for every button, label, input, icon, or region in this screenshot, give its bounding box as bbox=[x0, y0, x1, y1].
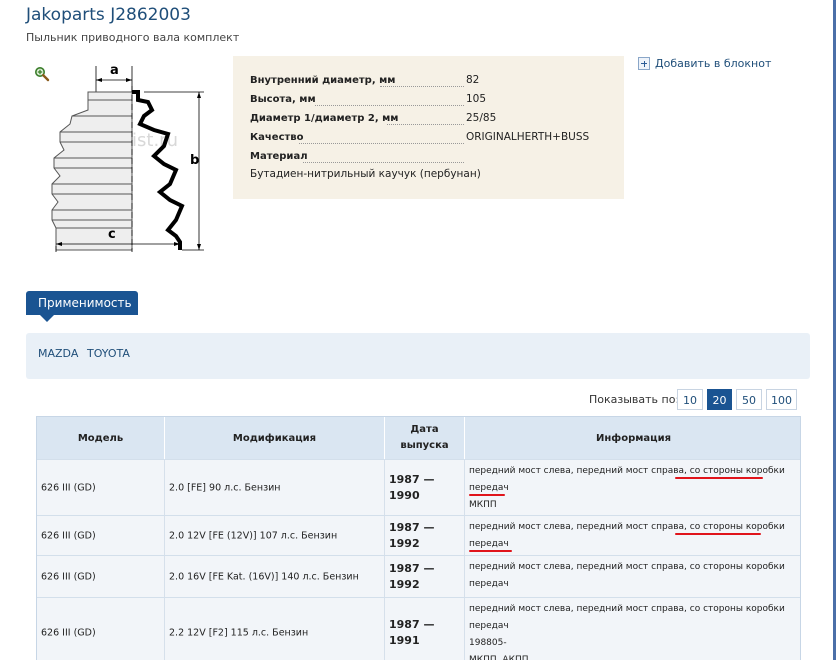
notebook-add-icon bbox=[638, 57, 650, 70]
column-header-modification[interactable]: Модификация bbox=[165, 417, 385, 459]
add-to-notebook-link[interactable]: Добавить в блокнот bbox=[638, 57, 771, 70]
red-underline-annotation bbox=[469, 550, 512, 552]
red-underline-annotation bbox=[675, 477, 763, 479]
brand-link-toyota[interactable]: TOYOTA bbox=[87, 347, 130, 360]
date-from: 1987 — bbox=[389, 617, 435, 631]
date-from: 1987 — bbox=[389, 520, 435, 534]
cell-modification: 2.0 [FE] 90 л.с. Бензин bbox=[169, 482, 281, 493]
dim-b-label: b bbox=[190, 153, 199, 168]
column-header-model[interactable]: Модель bbox=[37, 417, 165, 459]
column-header-date-line2: выпуска bbox=[400, 440, 449, 451]
page-size-50[interactable]: 50 bbox=[736, 389, 762, 410]
cell-model: 626 III (GD) bbox=[41, 571, 96, 582]
cell-modification: 2.0 12V [FE (12V)] 107 л.с. Бензин bbox=[169, 530, 338, 541]
property-value: 25/85 bbox=[466, 112, 497, 124]
cell-modification: 2.2 12V [F2] 115 л.с. Бензин bbox=[169, 627, 309, 638]
table-row[interactable]: 626 III (GD) 2.0 16V [FE Kat. (16V)] 140… bbox=[37, 555, 800, 597]
applicability-table: Модель Модификация Дата выпуска Информац… bbox=[36, 416, 801, 660]
info-line: МКПП, АКПП bbox=[469, 655, 529, 660]
info-line: передач bbox=[469, 621, 509, 631]
cell-date: 1987 — 1991 bbox=[389, 617, 434, 649]
page-size-10[interactable]: 10 bbox=[677, 389, 703, 410]
cell-date: 1987 — 1992 bbox=[389, 561, 434, 593]
property-value: 105 bbox=[466, 93, 487, 105]
date-to: 1991 bbox=[389, 633, 420, 647]
add-to-notebook-label: Добавить в блокнот bbox=[655, 57, 772, 70]
cell-model: 626 III (GD) bbox=[41, 530, 96, 541]
table-header: Модель Модификация Дата выпуска Информац… bbox=[37, 417, 800, 459]
red-underline-annotation bbox=[675, 533, 761, 535]
property-label: Высота, мм bbox=[250, 94, 316, 105]
dotted-leader bbox=[387, 124, 464, 125]
dim-a-label: a bbox=[110, 63, 119, 78]
info-line: передний мост слева, передний мост справ… bbox=[469, 604, 785, 614]
dotted-leader bbox=[380, 86, 464, 87]
cell-date: 1987 — 1992 bbox=[389, 520, 434, 552]
dotted-leader bbox=[303, 162, 464, 163]
date-to: 1992 bbox=[389, 577, 420, 591]
table-row[interactable]: 626 III (GD) 2.0 12V [FE (12V)] 107 л.с.… bbox=[37, 515, 800, 555]
cell-modification: 2.0 16V [FE Kat. (16V)] 140 л.с. Бензин bbox=[169, 571, 359, 582]
page-size-20[interactable]: 20 bbox=[707, 389, 732, 410]
table-row[interactable]: 626 III (GD) 2.2 12V [F2] 115 л.с. Бензи… bbox=[37, 597, 800, 660]
date-from: 1987 — bbox=[389, 561, 435, 575]
cell-model: 626 III (GD) bbox=[41, 482, 96, 493]
property-value: Бутадиен-нитрильный каучук (пербунан) bbox=[250, 168, 481, 180]
tab-applicability[interactable]: Применимость bbox=[26, 291, 138, 315]
property-label: Качество bbox=[250, 132, 304, 143]
column-header-date[interactable]: Дата выпуска bbox=[385, 417, 465, 459]
brand-list: MAZDA TOYOTA bbox=[26, 333, 810, 379]
page-size-label: Показывать по: bbox=[589, 393, 680, 406]
date-to: 1992 bbox=[389, 536, 420, 550]
info-line: передний мост слева, передний мост справ… bbox=[469, 562, 785, 572]
info-line: передач bbox=[469, 579, 509, 589]
property-label: Материал bbox=[250, 151, 308, 162]
properties-panel: Внутренний диаметр, мм 82 Высота, мм 105… bbox=[233, 56, 624, 199]
product-title: Jakoparts J2862003 bbox=[26, 5, 191, 25]
info-line: МКПП bbox=[469, 500, 497, 510]
column-header-info[interactable]: Информация bbox=[465, 417, 800, 459]
property-label: Внутренний диаметр, мм bbox=[250, 75, 396, 86]
product-subtitle: Пыльник приводного вала комплект bbox=[26, 31, 240, 44]
dotted-leader bbox=[299, 143, 464, 144]
info-line: 198805- bbox=[469, 638, 507, 648]
brand-link-mazda[interactable]: MAZDA bbox=[38, 347, 78, 360]
date-from: 1987 — bbox=[389, 472, 435, 486]
cell-info: передний мост слева, передний мост справ… bbox=[469, 559, 794, 593]
date-to: 1990 bbox=[389, 488, 420, 502]
info-line: передач bbox=[469, 483, 509, 493]
column-header-date-line1: Дата bbox=[410, 424, 439, 435]
cell-info: передний мост слева, передний мост справ… bbox=[469, 463, 794, 514]
dotted-leader bbox=[315, 105, 464, 106]
product-drawing[interactable]: Exist.ru a b c bbox=[44, 60, 220, 252]
property-value: 82 bbox=[466, 74, 480, 86]
cell-info: передний мост слева, передний мост справ… bbox=[469, 601, 794, 660]
dim-c-label: c bbox=[108, 227, 116, 242]
cell-info: передний мост слева, передний мост справ… bbox=[469, 519, 794, 553]
red-underline-annotation bbox=[469, 494, 505, 496]
page-size-100[interactable]: 100 bbox=[766, 389, 797, 410]
info-line: передач bbox=[469, 539, 509, 549]
table-row[interactable]: 626 III (GD) 2.0 [FE] 90 л.с. Бензин 198… bbox=[37, 459, 800, 515]
cell-model: 626 III (GD) bbox=[41, 627, 96, 638]
tab-pointer bbox=[40, 315, 54, 322]
cell-date: 1987 — 1990 bbox=[389, 472, 434, 504]
property-value: ORIGINALHERTH+BUSS bbox=[466, 131, 590, 143]
property-label: Диаметр 1/диаметр 2, мм bbox=[250, 113, 399, 124]
